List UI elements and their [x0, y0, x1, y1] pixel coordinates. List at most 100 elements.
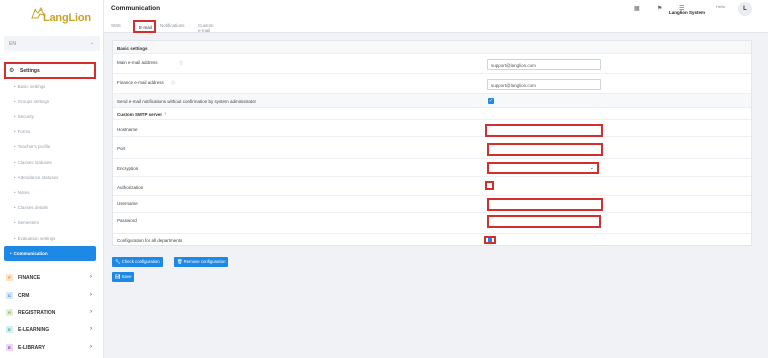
module-label: E-LEARNING: [18, 327, 50, 333]
form-row: Main e-mail address ⓘ support@langlion.c…: [113, 54, 751, 74]
sidebar-module-e-library[interactable]: E E-LIBRARY ›: [6, 343, 98, 355]
form-row: Configuration for all departments: [113, 234, 751, 246]
trash-icon: 🗑︎: [177, 259, 183, 264]
sidebar-module-finance[interactable]: F FINANCE ›: [6, 273, 98, 285]
form-row: Port: [113, 137, 751, 159]
help-icon[interactable]: ?: [164, 111, 166, 116]
sidebar-subitem-basic-settings[interactable]: Basic settings: [14, 84, 46, 89]
form-row: Authorization: [113, 177, 751, 196]
language-select[interactable]: EN ⌄: [4, 36, 100, 51]
main-email-value: support@langlion.com: [491, 63, 536, 68]
hostname-label: Hostname: [117, 127, 138, 132]
config-departments-checkbox[interactable]: [484, 236, 496, 244]
chevron-right-icon: ›: [90, 274, 92, 280]
chevron-right-icon: ›: [90, 309, 92, 315]
sidebar-subitem-label: Communication: [10, 251, 48, 256]
module-label: REGISTRATION: [18, 310, 56, 316]
tab-email[interactable]: E-mail: [133, 20, 156, 33]
sidebar-item-label: Settings: [20, 68, 40, 74]
tab-sms[interactable]: SMS: [111, 23, 121, 28]
sidebar-module-crm[interactable]: C CRM ›: [6, 291, 98, 303]
sidebar: LangLion EN ⌄ ⚙ Settings Basic settings …: [0, 0, 104, 358]
encryption-label: Encryption: [117, 166, 139, 171]
module-label: FINANCE: [18, 275, 41, 281]
config-departments-label: Configuration for all departments: [117, 238, 183, 243]
sidebar-module-e-learning[interactable]: E E-LEARNING ›: [6, 325, 98, 337]
encryption-select[interactable]: ⌄: [487, 162, 599, 174]
sidebar-subitem-security[interactable]: Security: [14, 114, 34, 119]
email-settings-panel: Basic settings Main e-mail address ⓘ sup…: [112, 40, 752, 246]
e-library-badge-icon: E: [6, 344, 13, 351]
sidebar-subitem-communication[interactable]: Communication: [4, 246, 96, 261]
button-label: Remove configuration: [183, 259, 226, 264]
brand-name: LangLion: [43, 12, 91, 24]
page-title: Communication: [111, 5, 161, 12]
send-notifications-checkbox[interactable]: ✓: [488, 98, 494, 104]
port-label: Port: [117, 146, 126, 151]
main-email-label: Main e-mail address: [117, 60, 158, 65]
tab-label: E-mail: [139, 25, 152, 30]
section-header-row: Basic settings: [113, 41, 751, 54]
sidebar-subitem-semesters[interactable]: Semesters: [14, 220, 40, 225]
chevron-down-icon: ⌄: [89, 40, 94, 46]
username-label: Username: [117, 201, 138, 206]
form-row: Password: [113, 213, 751, 234]
chevron-right-icon: ›: [90, 292, 92, 298]
form-row: Hostname: [113, 120, 751, 137]
tab-custom-email[interactable]: Custom e-mail: [198, 23, 214, 33]
sidebar-subitem-teachers-profile[interactable]: Teacher's profile: [14, 144, 51, 149]
avatar[interactable]: L: [738, 2, 752, 16]
sidebar-subitem-classes-details[interactable]: Classes details: [14, 205, 48, 210]
greeting-text: Hello: [716, 4, 726, 9]
e-learning-badge-icon: E: [6, 326, 13, 333]
chevron-right-icon: ›: [90, 326, 92, 332]
main-email-field[interactable]: support@langlion.com: [487, 59, 601, 70]
logo: LangLion: [30, 6, 100, 28]
authorization-checkbox[interactable]: [485, 181, 494, 190]
button-label: Check configuration: [121, 259, 160, 264]
finance-email-label: Finance e-mail address: [117, 80, 164, 85]
sidebar-item-settings[interactable]: ⚙ Settings: [4, 62, 96, 79]
sidebar-subitem-forms[interactable]: Forms: [14, 129, 31, 134]
sidebar-subitem-attendance-statuses[interactable]: Attendance statuses: [14, 175, 59, 180]
sidebar-module-registration[interactable]: R REGISTRATION ›: [6, 308, 98, 320]
form-row: Username: [113, 196, 751, 213]
registration-badge-icon: R: [6, 309, 13, 316]
chevron-down-icon: ⌄: [589, 165, 594, 171]
form-row: Encryption ⌄: [113, 159, 751, 177]
sidebar-subitem-groups-settings[interactable]: Groups settings: [14, 99, 50, 104]
finance-badge-icon: F: [6, 274, 13, 281]
wrench-icon: 🔧︎: [115, 259, 121, 264]
sidebar-subitem-classes-statuses[interactable]: Classes statuses: [14, 160, 52, 165]
hostname-input[interactable]: [485, 124, 603, 137]
finance-email-field[interactable]: support@langlion.com: [487, 79, 601, 90]
tab-notifications[interactable]: Notifications: [160, 23, 185, 28]
module-label: E-LIBRARY: [18, 345, 46, 351]
info-icon[interactable]: ⓘ: [171, 80, 175, 86]
remove-configuration-button[interactable]: 🗑︎ Remove configuration: [174, 257, 229, 267]
calendar-icon[interactable]: ▦: [634, 5, 640, 12]
smtp-header-row: Custom SMTP server ?: [113, 108, 751, 120]
gear-icon: ⚙: [9, 68, 15, 74]
sidebar-subitem-notes[interactable]: Notes: [14, 190, 30, 195]
finance-email-value: support@langlion.com: [491, 83, 536, 88]
crm-badge-icon: C: [6, 292, 13, 299]
username-input[interactable]: [487, 198, 603, 211]
flag-icon[interactable]: ⚑: [657, 5, 662, 12]
header: Communication SMS E-mail Notifications C…: [104, 0, 768, 33]
check-configuration-button[interactable]: 🔧︎ Check configuration: [112, 257, 163, 267]
form-row: Send e-mail notifications without confir…: [113, 94, 751, 108]
sidebar-subitem-evaluation-settings[interactable]: Evaluation settings: [14, 236, 56, 241]
save-icon: 💾︎: [115, 274, 121, 279]
section-title: Basic settings: [117, 46, 148, 51]
form-row: Finance e-mail address ⓘ support@langlio…: [113, 74, 751, 94]
chevron-right-icon: ›: [90, 344, 92, 350]
port-input[interactable]: [487, 143, 603, 156]
password-input[interactable]: [487, 215, 601, 228]
user-name[interactable]: Langlion System: [669, 10, 705, 15]
send-notifications-label: Send e-mail notifications without confir…: [117, 99, 257, 104]
module-label: CRM: [18, 293, 30, 299]
save-button[interactable]: 💾︎ Save: [112, 272, 135, 282]
checkbox-mark-icon: [488, 238, 492, 242]
info-icon[interactable]: ⓘ: [179, 60, 183, 66]
